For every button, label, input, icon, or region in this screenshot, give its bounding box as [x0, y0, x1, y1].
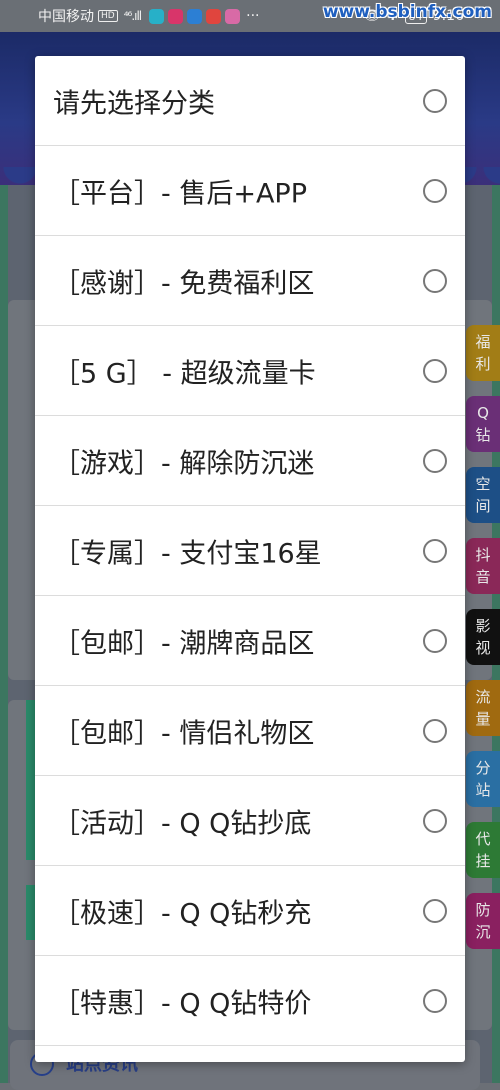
dialog-title: 请先选择分类	[53, 88, 215, 119]
side-tab[interactable]: Q钻	[466, 396, 500, 452]
category-option[interactable]: ［特惠］- Q Q钻特价	[35, 956, 465, 1046]
radio-button[interactable]	[423, 358, 447, 383]
category-option-label: ［专属］- 支付宝16星	[53, 538, 322, 569]
radio-button[interactable]	[423, 628, 447, 653]
radio-button[interactable]	[423, 88, 447, 113]
category-option-label: ［包邮］- 潮牌商品区	[53, 628, 315, 659]
category-option[interactable]: ［活动］- Q Q钻抄底	[35, 776, 465, 866]
hd-icon: HD	[98, 10, 118, 22]
category-option-label: ［游戏］- 解除防沉迷	[53, 448, 315, 479]
radio-button[interactable]	[423, 808, 447, 833]
radio-button[interactable]	[423, 898, 447, 923]
app-notification-icon	[187, 8, 203, 24]
radio-button[interactable]	[423, 268, 447, 293]
side-tab[interactable]: 福利	[466, 325, 500, 381]
radio-button[interactable]	[423, 988, 447, 1013]
category-option-label: ［平台］- 售后+APP	[53, 178, 307, 209]
signal-icon: ⁴⁶.ıll	[123, 9, 142, 23]
radio-button[interactable]	[423, 448, 447, 473]
carrier-name: 中国移动	[38, 9, 94, 25]
side-tab[interactable]: 抖音	[466, 538, 500, 594]
category-option[interactable]: ［极速］- Q Q钻秒充	[35, 866, 465, 956]
app-notification-icon	[149, 8, 165, 24]
category-option-label: ［特惠］- Q Q钻特价	[53, 988, 312, 1019]
dialog-title-row[interactable]: 请先选择分类	[35, 56, 465, 146]
category-option[interactable]: ［平台］- 售后+APP	[35, 146, 465, 236]
app-notification-icon	[225, 8, 241, 24]
side-tab[interactable]: 防沉	[466, 893, 500, 949]
app-notification-icon	[168, 8, 184, 24]
side-tab[interactable]: 空间	[466, 467, 500, 523]
side-tab[interactable]: 代挂	[466, 822, 500, 878]
category-option-list: ［平台］- 售后+APP ［感谢］- 免费福利区 ［5 G］ - 超级流量卡 ［游戏］…	[35, 146, 465, 1046]
category-option[interactable]: ［5 G］ - 超级流量卡	[35, 326, 465, 416]
category-option-label: ［5 G］ - 超级流量卡	[53, 358, 316, 389]
side-tab[interactable]: 流量	[466, 680, 500, 736]
category-option-label: ［感谢］- 免费福利区	[53, 268, 315, 299]
notification-icons	[149, 8, 241, 24]
category-option[interactable]: ［感谢］- 免费福利区	[35, 236, 465, 326]
radio-button[interactable]	[423, 538, 447, 563]
side-tab[interactable]: 影视	[466, 609, 500, 665]
app-notification-icon	[206, 8, 222, 24]
watermark: www.bsbinfx.com	[322, 2, 492, 22]
category-option-label: ［包邮］- 情侣礼物区	[53, 718, 315, 749]
more-notifications-icon: ···	[246, 8, 260, 24]
radio-button[interactable]	[423, 178, 447, 203]
category-option[interactable]: ［包邮］- 潮牌商品区	[35, 596, 465, 686]
category-option-label: ［极速］- Q Q钻秒充	[53, 898, 312, 929]
category-option-label: ［活动］- Q Q钻抄底	[53, 808, 312, 839]
category-option[interactable]: ［包邮］- 情侣礼物区	[35, 686, 465, 776]
category-option[interactable]: ［专属］- 支付宝16星	[35, 506, 465, 596]
side-tab[interactable]: 分站	[466, 751, 500, 807]
category-option[interactable]: ［游戏］- 解除防沉迷	[35, 416, 465, 506]
radio-button[interactable]	[423, 718, 447, 743]
category-dialog: 请先选择分类 ［平台］- 售后+APP ［感谢］- 免费福利区 ［5 G］ - 超级…	[35, 56, 465, 1062]
